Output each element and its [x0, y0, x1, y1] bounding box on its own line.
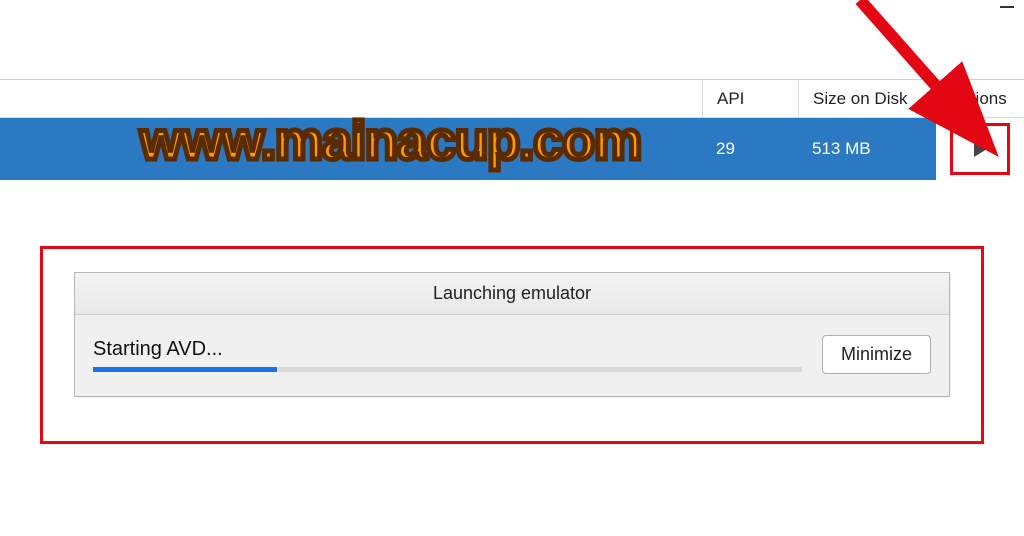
col-header-api: API	[702, 80, 798, 117]
dialog-status-text: Starting AVD...	[93, 338, 802, 361]
progress-fill	[93, 367, 277, 372]
col-header-actions: Actions	[936, 80, 1024, 117]
col-header-size: Size on Disk	[798, 80, 936, 117]
progress-bar	[93, 367, 802, 372]
dialog-title: Launching emulator	[75, 273, 949, 315]
device-table-header: API Size on Disk Actions	[0, 80, 1024, 118]
toolbar-area	[0, 20, 1024, 80]
device-row[interactable]: 29 513 MB	[0, 118, 1024, 180]
device-actions-cell	[936, 118, 1024, 180]
window-titlebar	[0, 0, 1024, 20]
minimize-button[interactable]: Minimize	[822, 335, 931, 374]
progress-dialog: Launching emulator Starting AVD... Minim…	[74, 272, 950, 397]
minimize-icon[interactable]	[1000, 6, 1014, 8]
device-size-cell: 513 MB	[798, 139, 936, 159]
launch-button[interactable]	[950, 123, 1010, 175]
device-api-cell: 29	[702, 139, 798, 159]
play-icon	[971, 140, 989, 158]
